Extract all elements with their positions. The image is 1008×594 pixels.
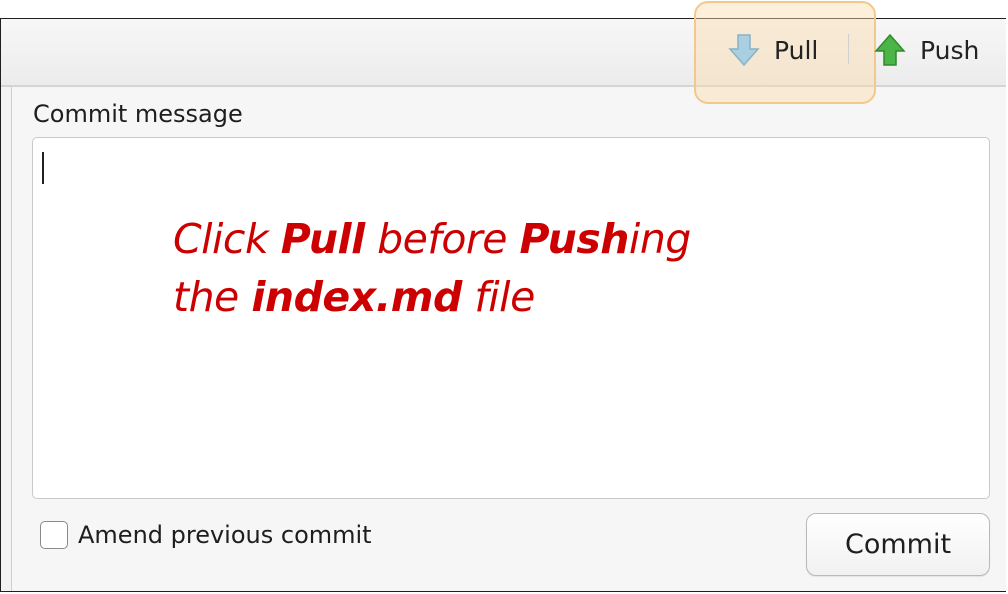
amend-checkbox[interactable]	[40, 521, 68, 549]
commit-button[interactable]: Commit	[806, 513, 990, 576]
annotation-segment: Push	[519, 215, 630, 263]
push-label: Push	[920, 35, 980, 65]
annotation-segment: Click	[173, 215, 281, 263]
annotation-segment: ing	[628, 215, 691, 263]
arrow-down-icon	[728, 33, 760, 67]
pull-button[interactable]: Pull	[728, 30, 818, 70]
panel-left-edge	[1, 87, 12, 591]
toolbar-separator	[848, 34, 849, 64]
commit-message-label: Commit message	[33, 100, 243, 128]
arrow-up-icon	[874, 33, 906, 67]
pull-label: Pull	[774, 35, 819, 65]
commit-button-label: Commit	[844, 529, 952, 560]
push-button[interactable]: Push	[874, 30, 979, 70]
amend-label: Amend previous commit	[78, 521, 372, 549]
annotation-segment: file	[461, 273, 535, 321]
amend-previous-commit[interactable]: Amend previous commit	[40, 521, 372, 549]
commit-message-input[interactable]: Click Pull before Pushing the index.md f…	[32, 137, 990, 499]
annotation-text: Click Pull before Pushing the index.md f…	[173, 210, 691, 326]
annotation-segment: Pull	[280, 215, 365, 263]
annotation-line-2: the index.md file	[173, 268, 691, 326]
annotation-line-1: Click Pull before Pushing	[173, 210, 691, 268]
text-caret	[42, 152, 44, 184]
annotation-segment: index.md	[251, 273, 462, 321]
annotation-segment: before	[364, 215, 520, 263]
annotation-segment: the	[173, 273, 252, 321]
